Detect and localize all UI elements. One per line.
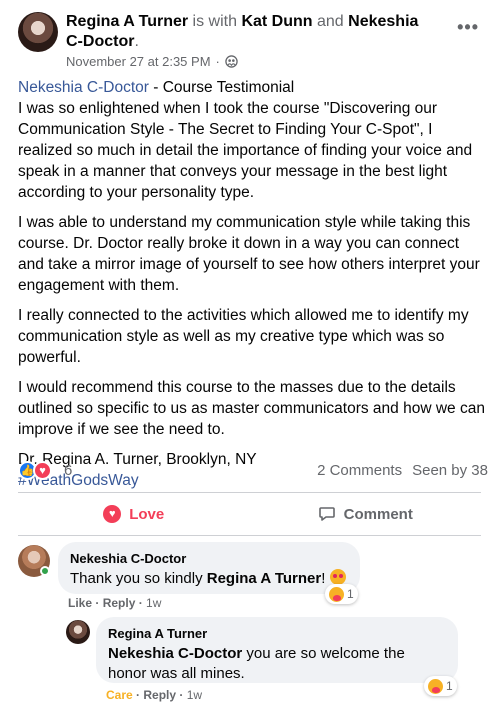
- reply-comment-button[interactable]: Reply: [103, 596, 136, 610]
- period: .: [134, 33, 139, 50]
- seen-by-count[interactable]: Seen by 38: [412, 462, 488, 479]
- reply-text: Nekeshia C-Doctor you are so welcome the…: [108, 644, 446, 684]
- reaction-count[interactable]: 6: [64, 462, 72, 479]
- comment-label: Comment: [343, 505, 413, 523]
- divider: [18, 492, 481, 493]
- reply-bubble: Regina A Turner Nekeshia C-Doctor you ar…: [96, 617, 458, 683]
- reply-reply-button[interactable]: Reply: [143, 688, 176, 702]
- post-paragraph-4: I would recommend this course to the mas…: [18, 379, 485, 438]
- tagged-user-1[interactable]: Kat Dunn: [241, 13, 312, 30]
- love-icon: ♥: [103, 505, 122, 523]
- reply-reaction-number: 1: [446, 679, 453, 693]
- reply-time[interactable]: 1w: [187, 688, 202, 702]
- reply-reaction-count[interactable]: 1: [424, 676, 457, 696]
- friends-globe-icon[interactable]: [225, 55, 238, 68]
- meta-separator: ·: [215, 54, 220, 69]
- comment-text: Thank you so kindly Regina A Turner!: [70, 569, 348, 589]
- like-comment-button[interactable]: Like: [68, 596, 92, 610]
- post-paragraph-1: I was so enlightened when I took the cou…: [18, 100, 473, 201]
- post-paragraph-3: I really connected to the activities whi…: [18, 307, 469, 366]
- with-text: is with: [188, 13, 242, 30]
- post-paragraph-2: I was able to understand my communicatio…: [18, 214, 480, 294]
- reactions-summary: 👍 ♥ 6 2 Comments Seen by 38: [18, 461, 488, 483]
- love-label: Love: [129, 505, 165, 523]
- heart-eyes-emoji-icon: [329, 569, 346, 585]
- reaction-icons[interactable]: 👍 ♥: [18, 461, 52, 480]
- reply-author[interactable]: Regina A Turner: [108, 625, 446, 642]
- care-reaction-button[interactable]: Care: [106, 688, 133, 702]
- care-reaction-icon: [329, 586, 344, 602]
- comment-button[interactable]: Comment: [250, 496, 482, 532]
- post-subject-line: Nekeshia C-Doctor - Course Testimonial I …: [18, 77, 488, 203]
- and-text: and: [312, 13, 349, 30]
- comment-text-prefix: Thank you so kindly: [70, 570, 207, 587]
- post-timestamp[interactable]: November 27 at 2:35 PM: [66, 54, 211, 69]
- post-header: Regina A Turner is with Kat Dunn and Nek…: [18, 12, 483, 69]
- reply-author-avatar[interactable]: [66, 620, 90, 644]
- online-status-dot: [40, 566, 50, 576]
- comment-meta: Like · Reply · 1w: [68, 596, 162, 610]
- more-options-icon[interactable]: •••: [457, 18, 479, 36]
- post-attribution: Regina A Turner is with Kat Dunn and Nek…: [66, 12, 436, 52]
- post-actions: ♥ Love Comment: [18, 496, 481, 532]
- post-meta: November 27 at 2:35 PM ·: [66, 54, 238, 69]
- author-avatar[interactable]: [18, 12, 58, 52]
- mention-link[interactable]: Nekeshia C-Doctor: [18, 79, 149, 96]
- comment-bubble: Nekeshia C-Doctor Thank you so kindly Re…: [58, 542, 360, 594]
- comment-bubble-icon: [318, 507, 335, 521]
- post-subject: - Course Testimonial: [148, 79, 295, 96]
- reply-mention[interactable]: Nekeshia C-Doctor: [108, 645, 242, 662]
- comment-reaction-count[interactable]: 1: [325, 584, 358, 604]
- comment-mention[interactable]: Regina A Turner: [207, 570, 321, 587]
- comment-time[interactable]: 1w: [146, 596, 161, 610]
- love-reaction-icon: ♥: [33, 461, 52, 480]
- comment-text-suffix: !: [321, 570, 330, 587]
- love-button[interactable]: ♥ Love: [18, 496, 250, 532]
- post-body: Nekeshia C-Doctor - Course Testimonial I …: [18, 77, 488, 500]
- divider: [18, 535, 481, 536]
- comment-reaction-number: 1: [347, 587, 354, 601]
- comment-author[interactable]: Nekeshia C-Doctor: [70, 550, 348, 567]
- post-stats: 2 Comments Seen by 38: [317, 462, 488, 479]
- care-reaction-icon: [428, 678, 443, 694]
- reply-meta: Care · Reply · 1w: [106, 688, 203, 702]
- author-name[interactable]: Regina A Turner: [66, 13, 188, 30]
- comments-count[interactable]: 2 Comments: [317, 462, 402, 479]
